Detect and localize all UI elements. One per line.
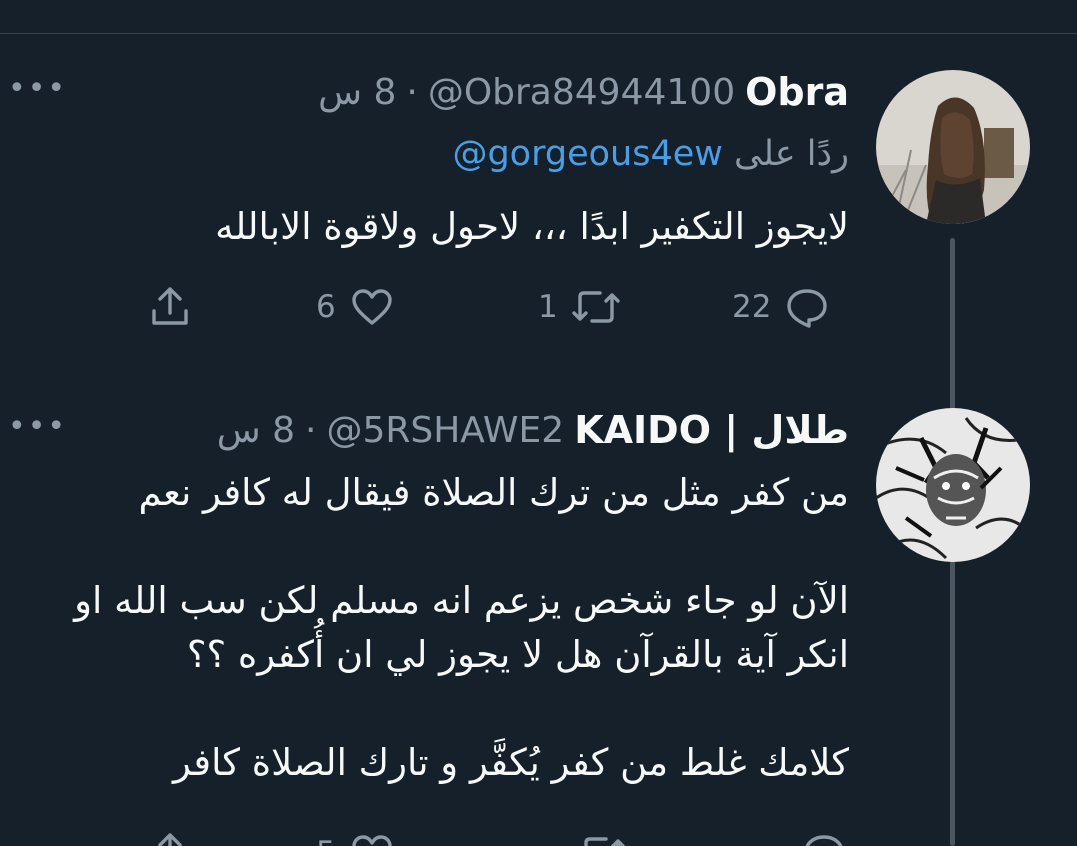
- share-button[interactable]: [146, 282, 194, 332]
- replying-to: ردًا على @gorgeous4ew: [452, 134, 849, 174]
- separator: ·: [406, 71, 418, 113]
- tweet-text: لايجوز التكفير ابدًا ،،، لاحول ولاقوة ال…: [215, 200, 849, 254]
- tweet-line: كلامك غلط من كفر يُكفَّر و تارك الصلاة ك…: [173, 741, 849, 784]
- tweet-actions: 6 1 22: [0, 282, 860, 332]
- tweet-line: من كفر مثل من ترك الصلاة فيقال له كافر ن…: [138, 471, 849, 514]
- like-button[interactable]: 5: [316, 828, 396, 846]
- retweet-button[interactable]: [576, 828, 628, 846]
- display-name[interactable]: طلال | KAIDO: [574, 408, 849, 452]
- reply-count: 22: [732, 289, 772, 325]
- handle[interactable]: @Obra84944100: [428, 72, 735, 113]
- like-button[interactable]: 6: [316, 282, 396, 332]
- tweet-line: لايجوز التكفير ابدًا ،،، لاحول ولاقوة ال…: [215, 205, 849, 248]
- tweet-line: [74, 520, 849, 574]
- timestamp[interactable]: 8 س: [318, 72, 396, 113]
- retweet-button[interactable]: 1: [538, 282, 622, 332]
- retweet-icon: [584, 837, 626, 846]
- reply-button[interactable]: 22: [732, 282, 831, 332]
- tweet-actions: 5: [0, 828, 860, 846]
- more-options-icon[interactable]: •••: [8, 412, 67, 442]
- tweet-text: من كفر مثل من ترك الصلاة فيقال له كافر ن…: [74, 466, 849, 790]
- retweet-icon: [572, 291, 620, 323]
- share-icon: [152, 287, 188, 325]
- tweet-line: انكر آية بالقرآن هل لا يجوز لي ان أُكفره…: [186, 633, 849, 676]
- divider: [0, 33, 1077, 34]
- share-icon: [158, 833, 182, 846]
- replying-prefix: ردًا على: [734, 134, 849, 174]
- display-name[interactable]: Obra: [745, 70, 849, 114]
- reply-icon: [805, 835, 843, 846]
- timeline: ••• Obra @Obra84944100 · 8 س ردًا على @g…: [0, 0, 1077, 846]
- tweet-header: Obra @Obra84944100 · 8 س: [318, 68, 849, 116]
- tweet-line: الآن لو جاء شخص يزعم انه مسلم لكن سب الل…: [74, 579, 849, 622]
- tweet-header: طلال | KAIDO @5RSHAWE2 · 8 س: [217, 406, 849, 454]
- avatar-long-hair-woman-icon: [876, 70, 1030, 224]
- reply-button[interactable]: [800, 828, 848, 846]
- avatar[interactable]: [876, 70, 1030, 224]
- avatar-manga-drawing-icon: [876, 408, 1030, 562]
- like-count: 6: [316, 289, 336, 325]
- tweet-line: [74, 682, 849, 736]
- more-options-icon[interactable]: •••: [8, 74, 67, 104]
- timestamp[interactable]: 8 س: [217, 410, 295, 451]
- avatar[interactable]: [876, 408, 1030, 562]
- heart-icon: [352, 289, 392, 325]
- share-button[interactable]: [146, 828, 194, 846]
- handle[interactable]: @5RSHAWE2: [326, 410, 564, 451]
- retweet-count: 1: [538, 289, 558, 325]
- heart-icon: [352, 835, 392, 846]
- like-count: 5: [316, 835, 336, 846]
- separator: ·: [304, 409, 317, 451]
- reply-icon: [787, 289, 828, 328]
- mention-link[interactable]: @gorgeous4ew: [452, 134, 722, 174]
